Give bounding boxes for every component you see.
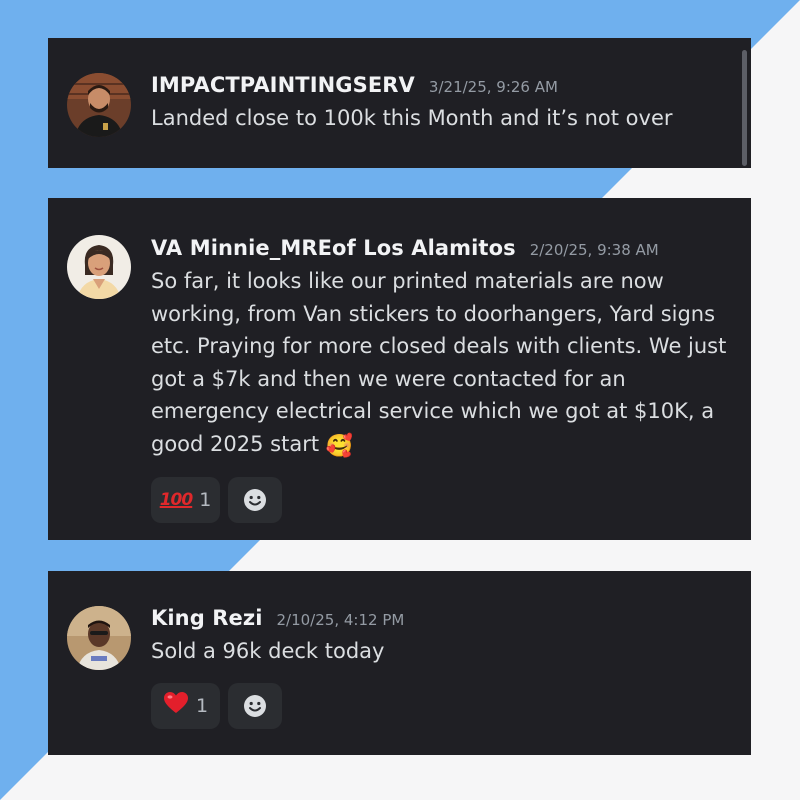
avatar-impactpainting[interactable] <box>67 73 131 137</box>
avatar-king-rezi[interactable] <box>67 606 131 670</box>
reaction-count: 1 <box>195 694 209 717</box>
reactions-bar: 1 <box>151 682 731 729</box>
message-content: IMPACTPAINTINGSERV 3/21/25, 9:26 AM Land… <box>151 73 731 135</box>
message-content: King Rezi 2/10/25, 4:12 PM Sold a 96k de… <box>151 606 731 729</box>
message-text: Landed close to 100k this Month and it’s… <box>151 106 673 130</box>
reaction-hundred-points[interactable]: 100 1 <box>151 477 220 523</box>
scrollbar[interactable] <box>742 50 747 166</box>
message-card-king-rezi: King Rezi 2/10/25, 4:12 PM Sold a 96k de… <box>48 571 751 755</box>
message-card-minnie: VA Minnie_MREof Los Alamitos 2/20/25, 9:… <box>48 198 751 540</box>
avatar-minnie[interactable] <box>67 235 131 299</box>
message-text: So far, it looks like our printed materi… <box>151 265 741 463</box>
add-reaction-icon <box>244 489 266 511</box>
reaction-red-heart[interactable]: 1 <box>151 682 220 729</box>
message-text-body: So far, it looks like our printed materi… <box>151 269 727 456</box>
smiling-face-with-hearts-emoji: 🥰 <box>325 433 354 459</box>
username[interactable]: VA Minnie_MREof Los Alamitos <box>151 236 516 260</box>
timestamp[interactable]: 3/21/25, 9:26 AM <box>429 78 558 96</box>
reaction-count: 1 <box>199 489 212 511</box>
username[interactable]: King Rezi <box>151 606 263 630</box>
add-reaction-button[interactable] <box>228 682 282 729</box>
timestamp[interactable]: 2/20/25, 9:38 AM <box>530 241 659 259</box>
add-reaction-icon <box>244 694 266 717</box>
message-content: VA Minnie_MREof Los Alamitos 2/20/25, 9:… <box>151 236 731 523</box>
timestamp[interactable]: 2/10/25, 4:12 PM <box>277 611 405 629</box>
reactions-bar: 100 1 <box>151 477 731 523</box>
hundred-points-emoji: 100 <box>159 490 193 510</box>
message-text: Sold a 96k deck today <box>151 639 385 663</box>
add-reaction-button[interactable] <box>228 477 282 523</box>
username[interactable]: IMPACTPAINTINGSERV <box>151 73 415 97</box>
red-heart-emoji <box>163 691 189 720</box>
message-card-impactpainting: IMPACTPAINTINGSERV 3/21/25, 9:26 AM Land… <box>48 38 751 168</box>
